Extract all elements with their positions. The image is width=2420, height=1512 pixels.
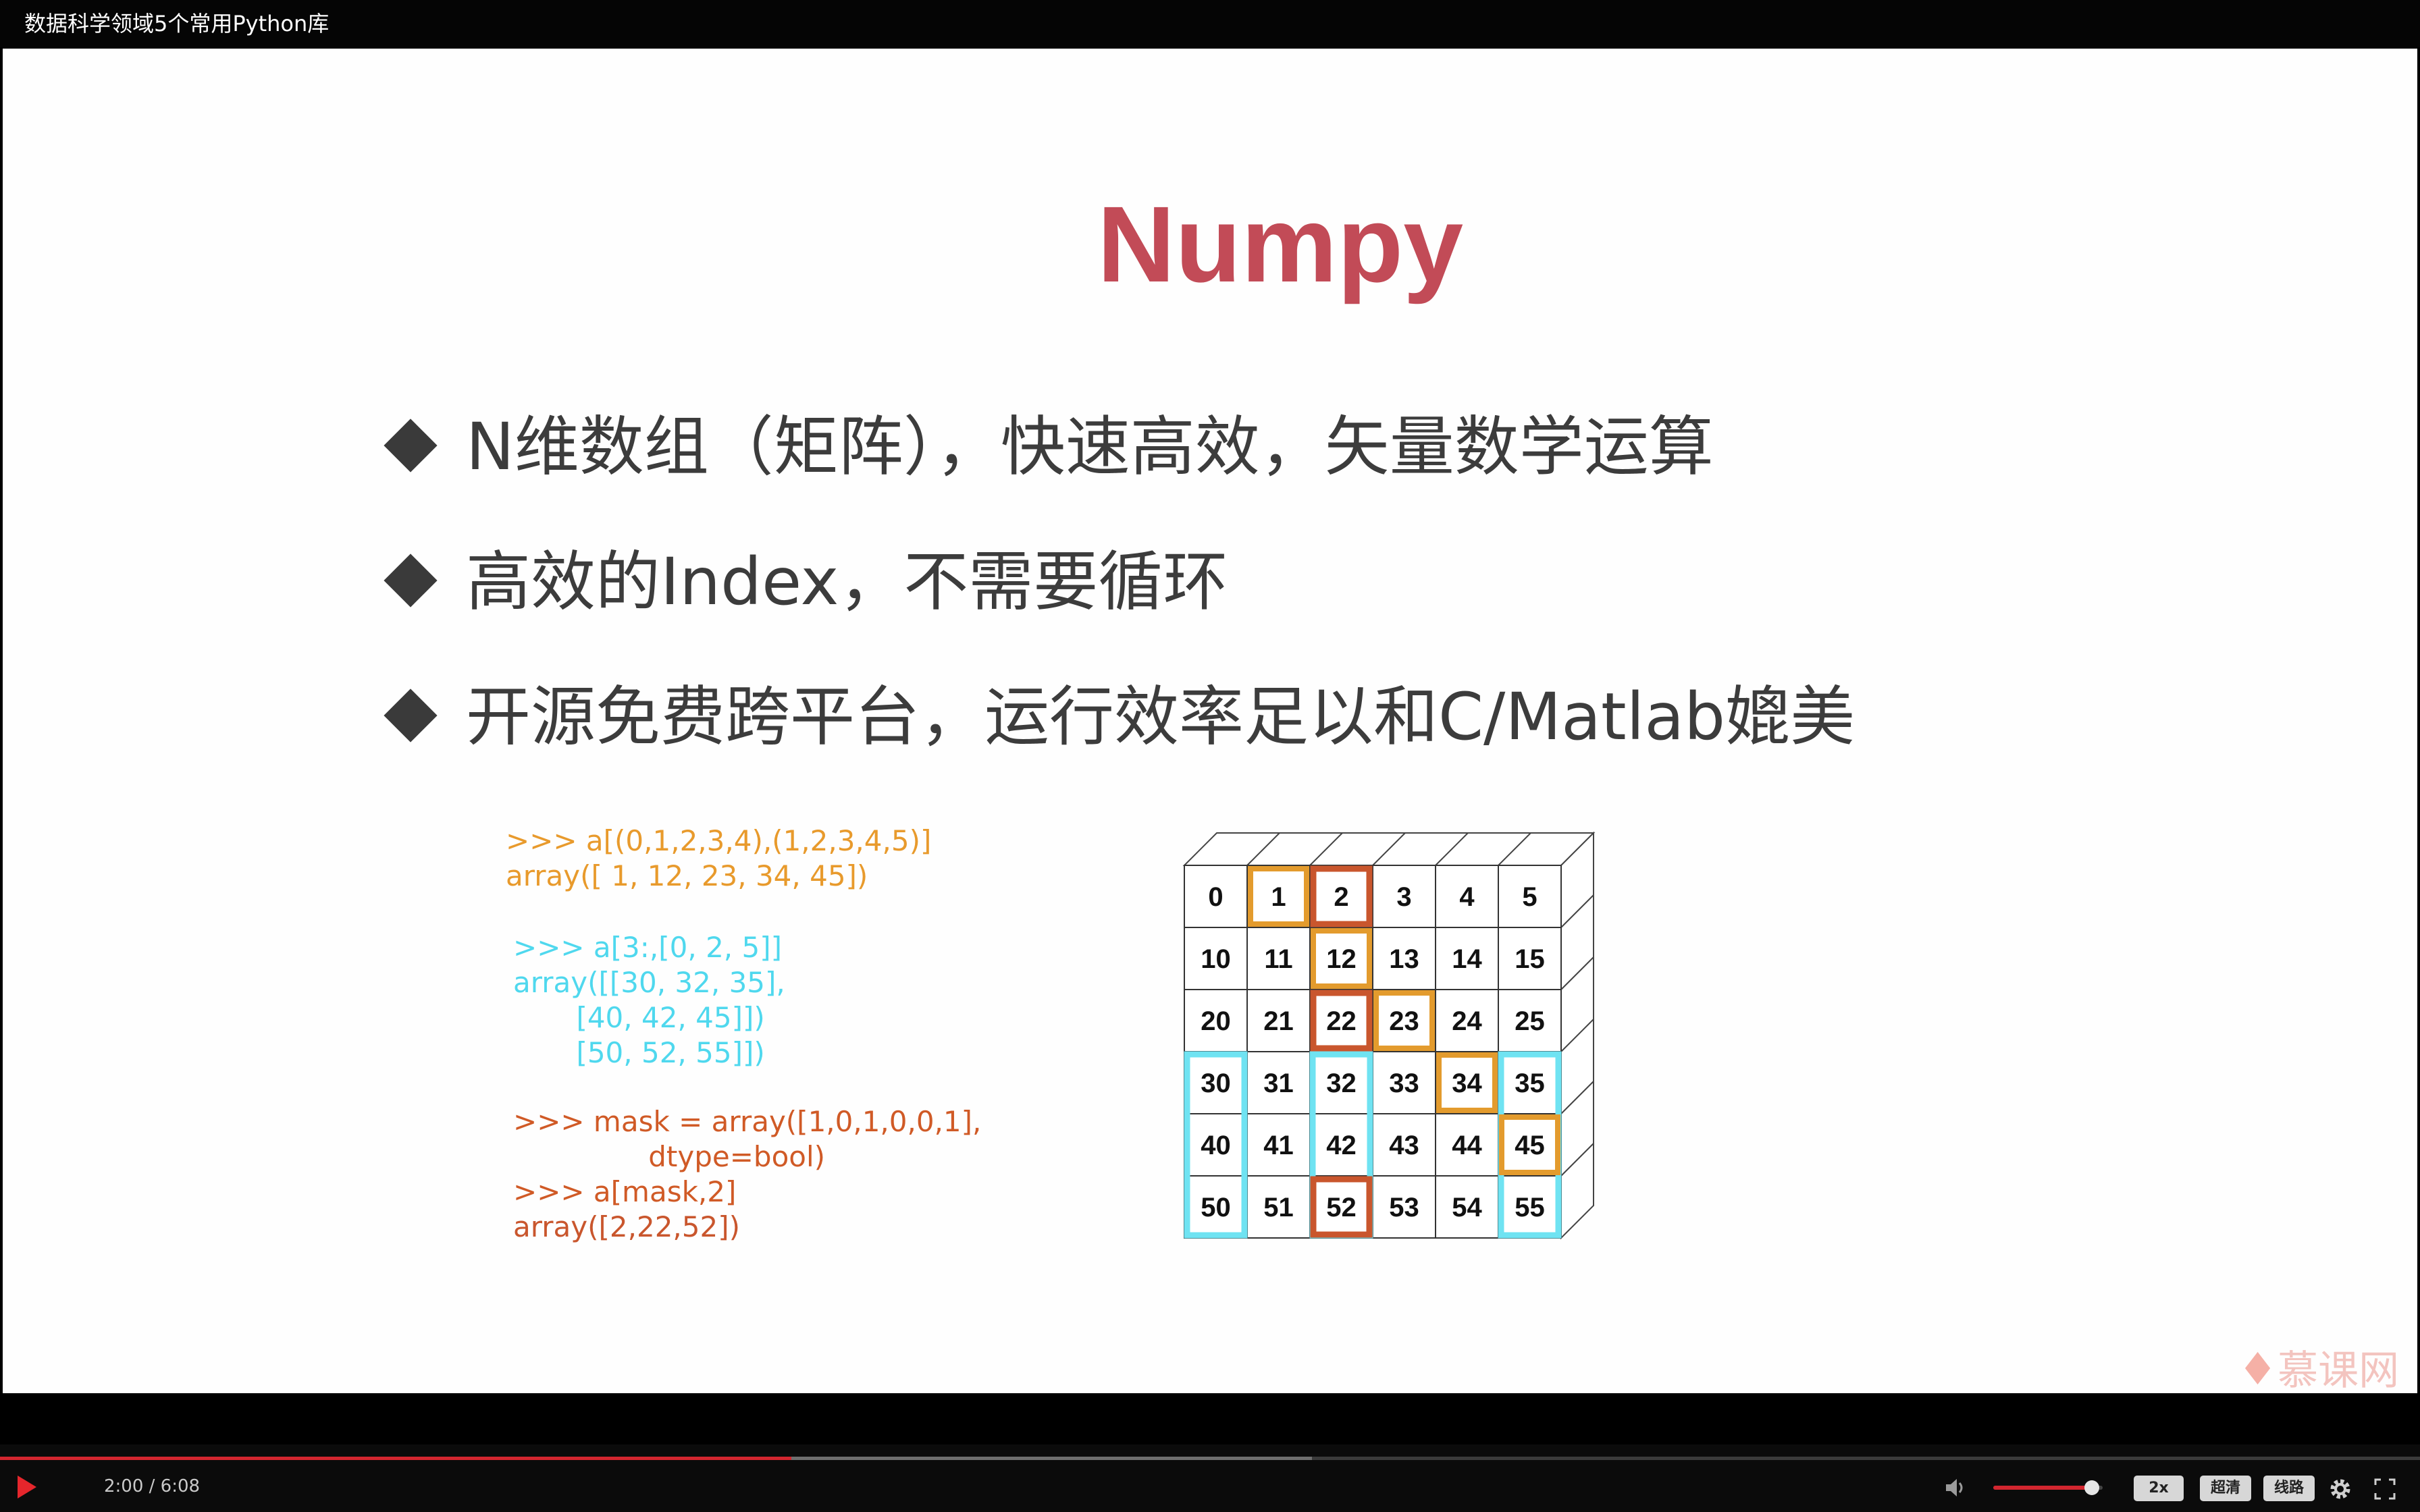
speed-button[interactable]: 2x <box>2134 1476 2184 1501</box>
grid-cell-value: 22 <box>1326 1006 1357 1036</box>
code-prompt-fancy-index: >>> a[(0,1,2,3,4),(1,2,3,4,5)] <box>506 824 932 857</box>
grid-cell-value: 25 <box>1515 1006 1545 1036</box>
code-prompt-slice: >>> a[3:,[0, 2, 5]] <box>513 931 782 964</box>
grid-cell-value: 5 <box>1522 882 1537 912</box>
grid-cell-value: 10 <box>1201 944 1231 974</box>
array-grid-svg: 0 1 2 3 4 510 11 12 13 14 1520 21 22 23 24 2530 31 32 33 34… <box>1182 831 1596 1240</box>
grid-cell-value: 2 <box>1334 882 1348 912</box>
window-titlebar: 数据科学领域5个常用Python库 <box>0 0 2420 47</box>
slide-canvas[interactable]: Numpy N维数组（矩阵），快速高效，矢量数学运算 高效的Index，不需要循… <box>3 49 2417 1393</box>
code-output-mask: array([2,22,52]) <box>513 1210 740 1243</box>
code-prompt-mask-dtype: dtype=bool) <box>513 1140 826 1173</box>
grid-cell-value: 11 <box>1264 944 1292 974</box>
grid-cell-value: 20 <box>1201 1006 1231 1036</box>
diamond-bullet-icon <box>384 418 438 473</box>
grid-cell-value: 23 <box>1389 1006 1419 1036</box>
progress-played[interactable] <box>0 1457 791 1460</box>
quality-button[interactable]: 超清 <box>2200 1476 2251 1501</box>
grid-cell-value: 21 <box>1263 1006 1294 1036</box>
grid-cell-value: 54 <box>1452 1193 1482 1222</box>
code-prompt-mask: >>> mask = array([1,0,1,0,0,1], <box>513 1105 982 1138</box>
grid-cell-value: 33 <box>1389 1069 1419 1098</box>
fullscreen-icon[interactable] <box>2371 1476 2398 1503</box>
route-button[interactable]: 线路 <box>2263 1476 2315 1501</box>
code-prompt-mask-index: >>> a[mask,2] <box>513 1175 737 1208</box>
grid-cell-value: 15 <box>1515 944 1545 974</box>
grid-cell-value: 53 <box>1389 1193 1419 1222</box>
gear-icon[interactable] <box>2327 1476 2354 1503</box>
time-display: 2:00 / 6:08 <box>104 1476 201 1496</box>
grid-cell-value: 42 <box>1326 1131 1357 1160</box>
grid-cell-value: 31 <box>1263 1069 1294 1098</box>
grid-cell-value: 4 <box>1459 882 1475 912</box>
grid-cell-value: 55 <box>1515 1193 1545 1222</box>
grid-cell-value: 34 <box>1452 1069 1482 1098</box>
watermark-text: 慕课网 <box>2278 1347 2400 1393</box>
grid-cell-value: 24 <box>1452 1006 1482 1036</box>
video-title: 数据科学领域5个常用Python库 <box>24 11 330 36</box>
play-button[interactable] <box>18 1476 36 1498</box>
bullet-text: N维数组（矩阵），快速高效，矢量数学运算 <box>466 409 1714 485</box>
bullet-text: 高效的Index，不需要循环 <box>466 544 1228 620</box>
grid-cell-value: 32 <box>1326 1069 1357 1098</box>
grid-cell-value: 14 <box>1452 944 1482 974</box>
grid-cell-value: 35 <box>1515 1069 1545 1098</box>
grid-cell-value: 41 <box>1263 1131 1294 1160</box>
diamond-bullet-icon <box>384 554 438 608</box>
grid-cell-value: 44 <box>1452 1131 1482 1160</box>
volume-knob[interactable] <box>2084 1480 2099 1495</box>
grid-cell-value: 52 <box>1326 1193 1357 1222</box>
code-output-slice-line: [40, 42, 45]]) <box>513 1001 765 1034</box>
grid-cell-value: 13 <box>1389 944 1419 974</box>
grid-cell-value: 1 <box>1271 882 1286 912</box>
array-grid-diagram: 0 1 2 3 4 5 10 11 12 13 14 15 20 21 22 23 24 25 30 31 32 33 34… <box>1178 825 1610 1284</box>
flame-logo-icon: ♦ <box>2238 1343 2278 1393</box>
player-control-bar: 2:00 / 6:08 2x 超清 线路 <box>0 1444 2420 1512</box>
grid-cell-value: 0 <box>1208 882 1223 912</box>
code-output-slice-line: [50, 52, 55]]) <box>513 1036 765 1069</box>
slide-title: Numpy <box>1097 184 1464 304</box>
grid-cell-value: 30 <box>1201 1069 1231 1098</box>
grid-cell-value: 50 <box>1201 1193 1231 1222</box>
code-output-slice-line: array([[30, 32, 35], <box>513 966 785 999</box>
watermark: ♦慕课网 <box>2238 1338 2399 1393</box>
grid-cell-value: 12 <box>1326 944 1357 974</box>
grid-cell-value: 45 <box>1515 1131 1545 1160</box>
code-output-fancy-index: array([ 1, 12, 23, 34, 45]) <box>506 859 868 892</box>
diamond-bullet-icon <box>384 688 438 742</box>
bullet-text: 开源免费跨平台，运行效率足以和C/Matlab媲美 <box>466 679 1856 755</box>
volume-slider[interactable] <box>1993 1480 2103 1495</box>
grid-cell-value: 43 <box>1389 1131 1419 1160</box>
grid-cell-value: 51 <box>1263 1193 1294 1222</box>
grid-cell-value: 40 <box>1201 1131 1231 1160</box>
volume-icon[interactable] <box>1942 1474 1969 1501</box>
grid-cell-value: 3 <box>1396 882 1411 912</box>
volume-level <box>1993 1486 2092 1490</box>
